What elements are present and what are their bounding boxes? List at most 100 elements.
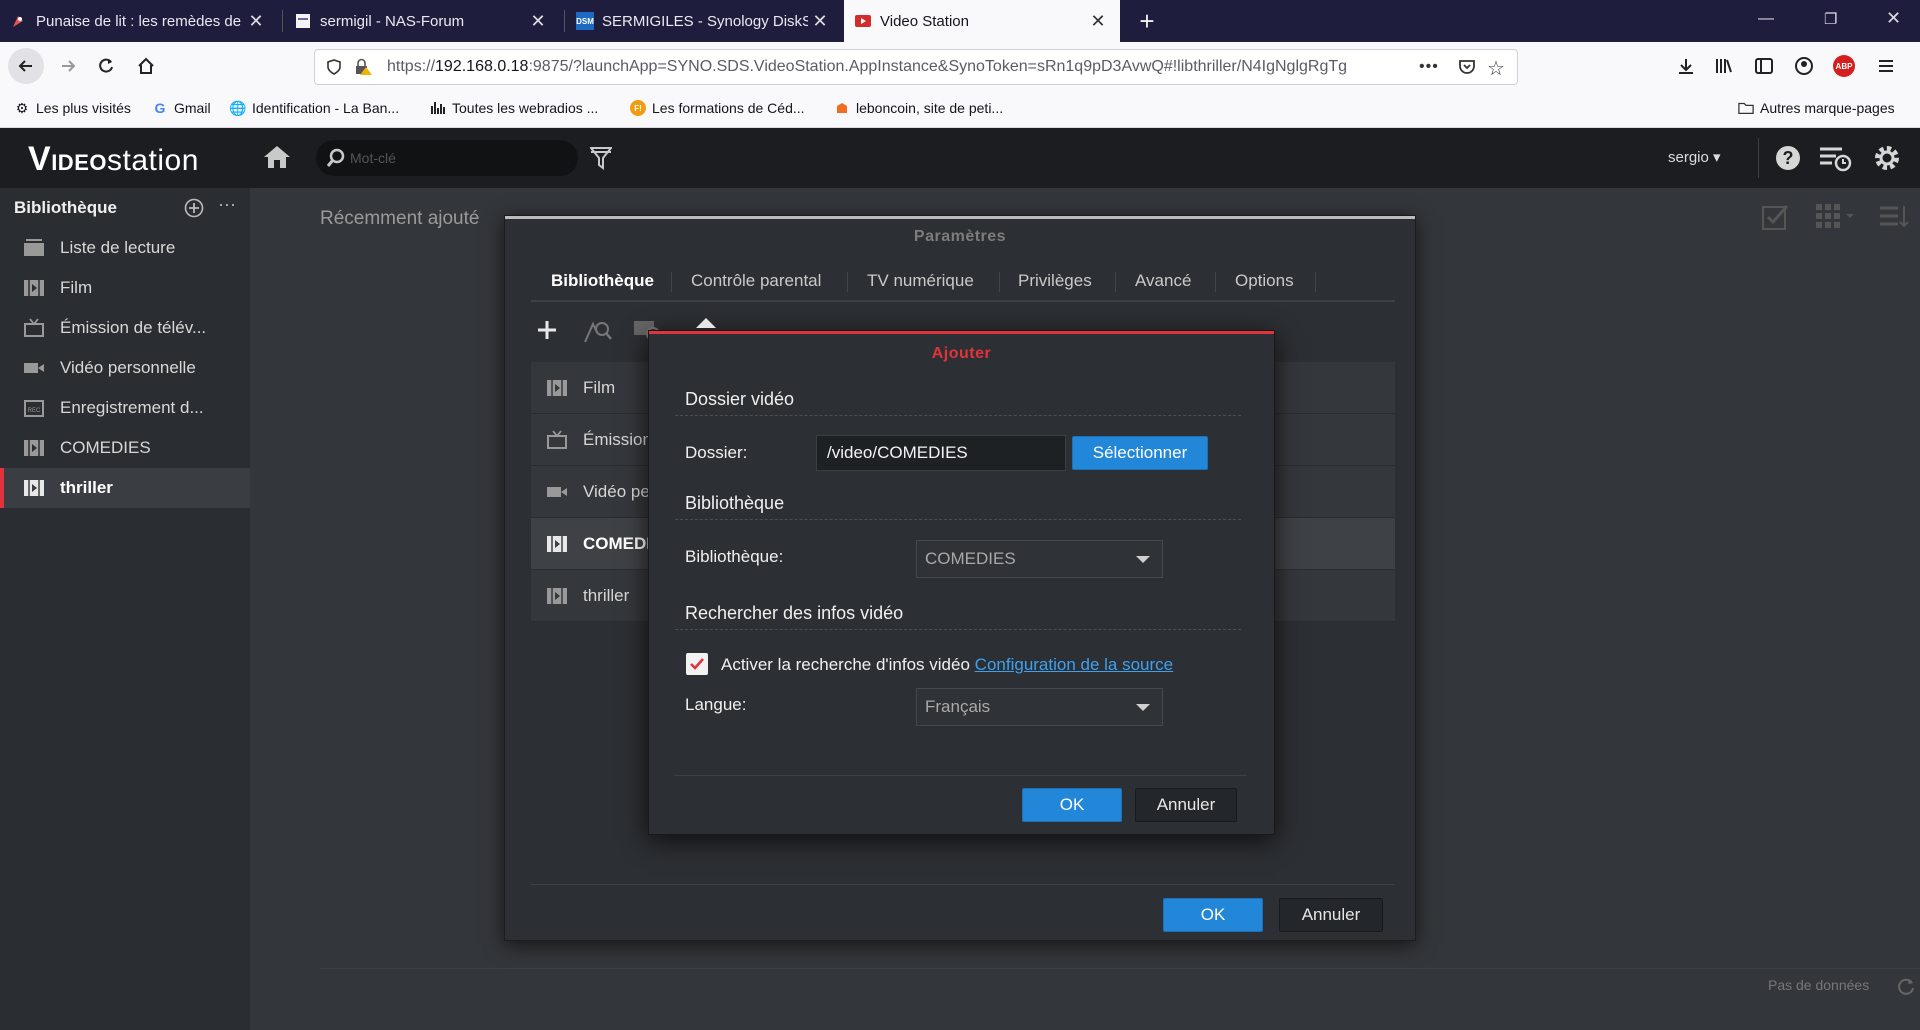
sidebar-item-playlist[interactable]: Liste de lecture xyxy=(0,228,250,268)
reload-icon[interactable] xyxy=(90,50,122,82)
restore-icon[interactable]: ❐ xyxy=(1824,10,1837,28)
add-circle-icon[interactable] xyxy=(184,198,204,218)
forward-arrow-icon[interactable] xyxy=(52,50,84,82)
tab-options[interactable]: Options xyxy=(1235,264,1294,298)
add-ok-button[interactable]: OK xyxy=(1022,788,1122,822)
settings-gear-icon[interactable] xyxy=(1872,143,1902,173)
tab-privileges[interactable]: Privilèges xyxy=(1018,264,1092,298)
tab-divider xyxy=(847,272,848,292)
add-cancel-button[interactable]: Annuler xyxy=(1135,788,1237,822)
shield-icon[interactable] xyxy=(325,58,343,76)
no-data-text: Pas de données xyxy=(1768,977,1870,993)
bookmark-formations[interactable]: F! Les formations de Céd... xyxy=(630,100,805,116)
url-host: 192.168.0.18 xyxy=(435,58,529,75)
url-text[interactable]: https://192.168.0.18:9875/?launchApp=SYN… xyxy=(387,58,1437,76)
sidebar-item-label: COMEDIES xyxy=(60,438,151,457)
library-select[interactable]: COMEDIES xyxy=(916,540,1163,578)
insecure-lock-icon[interactable] xyxy=(353,58,373,76)
adblock-icon[interactable]: ABP xyxy=(1828,50,1860,82)
filter-icon[interactable] xyxy=(590,146,612,170)
close-icon[interactable]: ✕ xyxy=(808,11,832,32)
tab-tv-numerique[interactable]: TV numérique xyxy=(867,264,974,298)
refresh-icon[interactable] xyxy=(1896,976,1916,996)
chevron-down-icon xyxy=(1136,556,1150,563)
enable-search-checkbox[interactable] xyxy=(686,653,708,675)
tab-avance[interactable]: Avancé xyxy=(1135,264,1191,298)
window-close-icon[interactable]: ✕ xyxy=(1886,8,1901,29)
more-options-icon[interactable]: ··· xyxy=(218,194,236,215)
enable-search-label: Activer la recherche d'infos vidéo xyxy=(721,655,970,674)
tab-controle-parental[interactable]: Contrôle parental xyxy=(691,264,821,298)
sidebar-title: Bibliothèque xyxy=(14,198,117,217)
dialog-footer-divider xyxy=(531,884,1395,885)
browser-tab-2[interactable]: sermigil - NAS-Forum ✕ xyxy=(284,0,560,42)
bookmark-leboncoin[interactable]: leboncoin, site de peti... xyxy=(834,100,1003,116)
library-icon[interactable] xyxy=(1708,50,1740,82)
settings-cancel-button[interactable]: Annuler xyxy=(1279,898,1383,932)
enable-search-label-row: Activer la recherche d'infos vidéo Confi… xyxy=(721,655,1173,675)
film-icon xyxy=(22,278,46,298)
account-icon[interactable] xyxy=(1788,50,1820,82)
sidebar-item-personal-video[interactable]: Vidéo personnelle xyxy=(0,348,250,388)
bookmark-star-icon[interactable]: ☆ xyxy=(1487,56,1505,81)
sidebar-item-comedies[interactable]: COMEDIES xyxy=(0,428,250,468)
pocket-icon[interactable] xyxy=(1457,57,1477,77)
select-folder-button[interactable]: Sélectionner xyxy=(1072,436,1208,470)
browser-tab-1[interactable]: Punaise de lit : les remèdes de g ✕ xyxy=(0,0,278,42)
sidebar: Bibliothèque ··· Liste de lecture Film É… xyxy=(0,188,250,1030)
close-icon[interactable]: ✕ xyxy=(526,11,550,32)
select-checkbox-icon[interactable] xyxy=(1760,202,1790,232)
page-icon xyxy=(294,12,312,30)
bookmark-label: Toutes les webradios ... xyxy=(452,100,599,116)
tab-divider xyxy=(671,272,672,292)
bookmark-identification[interactable]: 🌐 Identification - La Ban... xyxy=(229,100,399,117)
browser-tab-3[interactable]: DSM SERMIGILES - Synology DiskSta ✕ xyxy=(566,0,842,42)
rocket-icon xyxy=(10,12,28,30)
add-plus-icon[interactable] xyxy=(535,318,559,342)
source-config-link[interactable]: Configuration de la source xyxy=(975,655,1173,674)
back-arrow-icon[interactable] xyxy=(8,48,44,84)
tab-divider xyxy=(1115,272,1116,292)
sidebar-toggle-icon[interactable] xyxy=(1748,50,1780,82)
user-menu[interactable]: sergio ▾ xyxy=(1668,148,1721,166)
language-select-value: Français xyxy=(925,697,991,716)
sort-icon[interactable] xyxy=(1878,204,1910,230)
help-icon[interactable]: ? xyxy=(1774,144,1802,172)
adblock-label: ABP xyxy=(1833,55,1855,77)
bookmark-gmail[interactable]: G Gmail xyxy=(152,100,211,116)
library-row-label: Film xyxy=(583,377,616,397)
language-select[interactable]: Français xyxy=(916,688,1163,726)
new-tab-icon[interactable]: + xyxy=(1132,6,1162,36)
tab-bibliotheque[interactable]: Bibliothèque xyxy=(551,264,654,298)
url-bar[interactable]: https://192.168.0.18:9875/?launchApp=SYN… xyxy=(314,49,1518,85)
settings-ok-button[interactable]: OK xyxy=(1163,898,1263,932)
folder-path-field[interactable]: /video/COMEDIES xyxy=(816,435,1066,471)
radio-icon xyxy=(430,100,446,116)
tab-underline xyxy=(531,300,1395,302)
bookmark-other[interactable]: Autres marque-pages xyxy=(1738,100,1895,116)
grid-view-icon[interactable] xyxy=(1816,204,1856,230)
search-box[interactable]: Mot-clé xyxy=(316,140,578,176)
library-row-label: Émission xyxy=(583,429,652,449)
bookmark-most-visited[interactable]: ⚙ Les plus visités xyxy=(14,100,131,117)
close-icon[interactable]: ✕ xyxy=(1086,11,1110,32)
tab-title: Punaise de lit : les remèdes de g xyxy=(36,12,244,30)
home-icon[interactable] xyxy=(262,144,292,170)
close-icon[interactable]: ✕ xyxy=(244,11,268,32)
section-title[interactable]: Récemment ajouté xyxy=(320,208,479,230)
download-icon[interactable] xyxy=(1670,50,1702,82)
sidebar-item-tv[interactable]: Émission de télév... xyxy=(0,308,250,348)
sidebar-item-recording[interactable]: REC Enregistrement d... xyxy=(0,388,250,428)
task-list-icon[interactable] xyxy=(1818,144,1852,172)
minimize-icon[interactable]: — xyxy=(1758,10,1774,28)
search-input[interactable]: Mot-clé xyxy=(350,150,396,166)
browser-tab-4-active[interactable]: Video Station ✕ xyxy=(844,0,1120,42)
home-icon[interactable] xyxy=(130,50,162,82)
page-actions-icon[interactable]: ••• xyxy=(1419,58,1439,76)
search-library-icon[interactable] xyxy=(583,318,613,344)
sidebar-item-thriller[interactable]: thriller xyxy=(0,468,250,508)
playlist-icon xyxy=(22,238,46,258)
bookmark-webradios[interactable]: Toutes les webradios ... xyxy=(430,100,598,116)
menu-icon[interactable] xyxy=(1870,50,1902,82)
sidebar-item-film[interactable]: Film xyxy=(0,268,250,308)
